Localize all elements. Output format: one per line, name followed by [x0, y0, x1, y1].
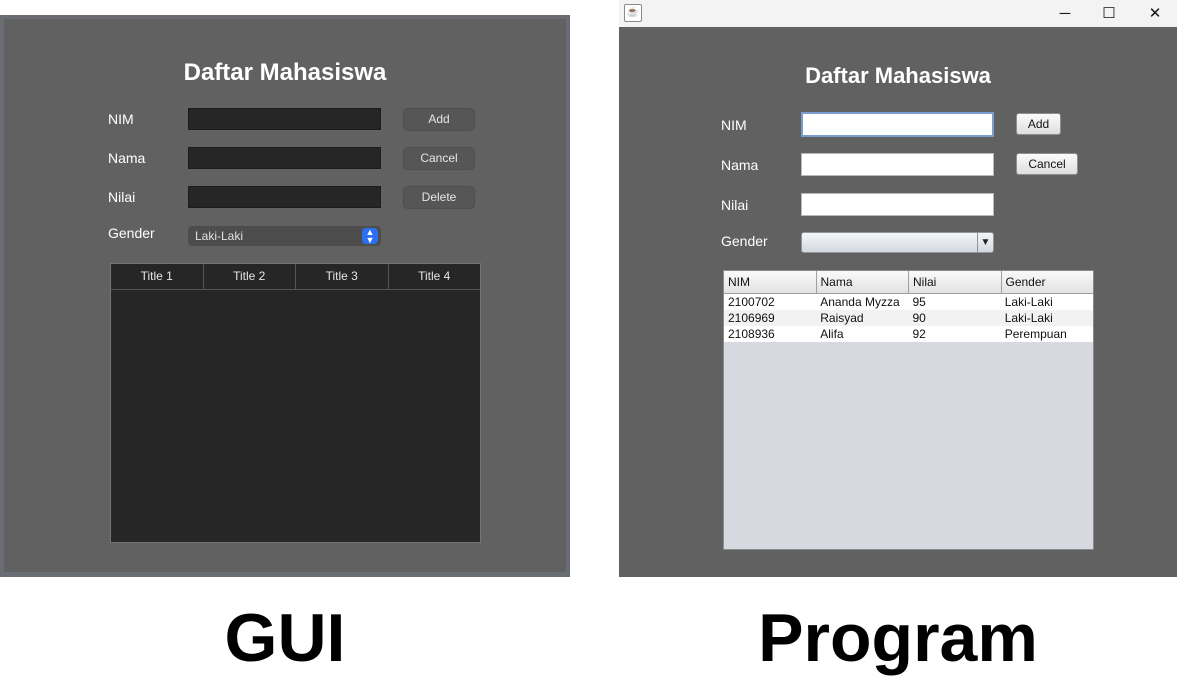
program-table-header: NIM Nama Nilai Gender [724, 271, 1093, 294]
gui-designer-panel: Daftar Mahasiswa NIM Add Nama Cancel Nil… [4, 19, 566, 572]
caption-program: Program [758, 600, 1038, 676]
program-gender-label: Gender [721, 233, 768, 249]
gui-add-button[interactable]: Add [403, 108, 475, 131]
maximize-icon[interactable]: ☐ [1087, 0, 1131, 27]
gui-delete-button[interactable]: Delete [403, 186, 475, 209]
gui-student-table[interactable]: Title 1 Title 2 Title 3 Title 4 [110, 263, 481, 543]
program-nama-label: Nama [721, 157, 759, 173]
gui-column-header[interactable]: Title 1 [111, 264, 204, 289]
table-row[interactable]: 2100702 Ananda Myzza 95 Laki-Laki [724, 294, 1093, 310]
table-cell: Alifa [820, 327, 844, 341]
gui-gender-label: Gender [108, 225, 155, 241]
column-header-nilai[interactable]: Nilai [909, 271, 1002, 293]
minimize-icon[interactable]: ─ [1043, 0, 1087, 27]
table-cell: 2106969 [728, 311, 775, 325]
column-header-nama[interactable]: Nama [817, 271, 909, 293]
gui-nilai-field[interactable] [188, 186, 381, 208]
program-student-table[interactable]: NIM Nama Nilai Gender 2100702 Ananda Myz… [723, 270, 1094, 550]
java-app-icon: ☕ [624, 4, 642, 22]
program-cancel-button[interactable]: Cancel [1016, 153, 1078, 175]
table-cell: Perempuan [1004, 327, 1067, 341]
program-nilai-field[interactable] [801, 193, 994, 216]
gui-nama-label: Nama [108, 150, 146, 166]
close-icon[interactable]: ✕ [1133, 0, 1177, 27]
window-titlebar[interactable]: ☕ ─ ☐ ✕ [619, 0, 1177, 27]
gui-nim-label: NIM [108, 111, 134, 127]
table-cell: 2100702 [728, 295, 775, 309]
gui-gender-select[interactable]: Laki-Laki ▲ ▼ [188, 226, 381, 246]
gui-column-header[interactable]: Title 4 [389, 264, 481, 289]
program-window: ☕ ─ ☐ ✕ Daftar Mahasiswa NIM Add Nama Ca… [619, 0, 1177, 577]
table-cell: 90 [912, 311, 926, 325]
caption-gui: GUI [224, 600, 346, 676]
table-cell: Raisyad [820, 311, 864, 325]
table-cell: 95 [912, 295, 926, 309]
program-nama-field[interactable] [801, 153, 994, 176]
table-cell: 92 [912, 327, 926, 341]
program-gender-select[interactable]: ▼ [801, 232, 994, 253]
gui-designer-frame: Daftar Mahasiswa NIM Add Nama Cancel Nil… [0, 15, 570, 577]
gui-page-title: Daftar Mahasiswa [183, 59, 387, 86]
table-cell: Ananda Myzza [820, 295, 900, 309]
dropdown-arrow-icon[interactable]: ▼ [977, 233, 993, 252]
table-row[interactable]: 2108936 Alifa 92 Perempuan [724, 326, 1093, 342]
program-nim-label: NIM [721, 117, 747, 133]
table-cell: Laki-Laki [1004, 311, 1053, 325]
table-cell: 2108936 [728, 327, 775, 341]
table-cell: Laki-Laki [1004, 295, 1053, 309]
gui-table-header: Title 1 Title 2 Title 3 Title 4 [111, 264, 480, 290]
gui-column-header[interactable]: Title 2 [204, 264, 296, 289]
gui-column-header[interactable]: Title 3 [296, 264, 389, 289]
table-body: 2100702 Ananda Myzza 95 Laki-Laki 210696… [724, 294, 1093, 342]
gui-nama-field[interactable] [188, 147, 381, 169]
chevron-updown-icon: ▲ ▼ [362, 228, 378, 245]
gui-cancel-button[interactable]: Cancel [403, 147, 475, 170]
program-nilai-label: Nilai [721, 197, 749, 213]
program-nim-field[interactable] [801, 112, 994, 137]
program-add-button[interactable]: Add [1016, 113, 1061, 135]
gui-gender-selected: Laki-Laki [195, 229, 244, 243]
gui-nilai-label: Nilai [108, 189, 136, 205]
column-header-nim[interactable]: NIM [724, 271, 817, 293]
program-page-title: Daftar Mahasiswa [805, 63, 991, 88]
column-header-gender[interactable]: Gender [1002, 271, 1094, 293]
gui-nim-field[interactable] [188, 108, 381, 130]
table-row[interactable]: 2106969 Raisyad 90 Laki-Laki [724, 310, 1093, 326]
